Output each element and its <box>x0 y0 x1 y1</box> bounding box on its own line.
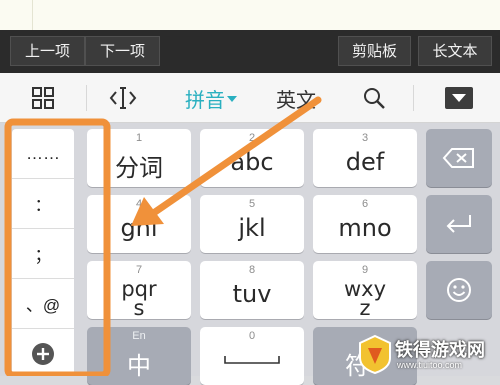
keyboard-toolbar: 拼音 英文 <box>0 73 500 123</box>
next-field-button[interactable]: 下一项 <box>85 36 160 66</box>
symbol-more-button[interactable] <box>12 329 74 379</box>
key-number: 0 <box>248 330 256 342</box>
key-number: 3 <box>361 132 369 144</box>
search-icon <box>364 88 385 109</box>
hide-keyboard-button[interactable] <box>426 73 492 123</box>
key-label: def <box>345 148 385 176</box>
key-label: abc <box>230 148 274 176</box>
watermark-name: 铁得游戏网 <box>395 340 485 361</box>
key-label: ghi <box>120 214 158 242</box>
key-number: 1 <box>135 132 143 144</box>
key-label: jkl <box>238 214 266 242</box>
enter-key[interactable] <box>426 195 492 253</box>
app-text-area <box>0 0 500 30</box>
pinyin-mode-tab[interactable]: 拼音 <box>176 73 246 123</box>
search-button[interactable] <box>352 73 396 123</box>
key-label: 分词 <box>115 154 163 182</box>
key-4-ghi[interactable]: 4 ghi <box>87 195 191 253</box>
grid-icon <box>32 87 54 109</box>
key-label: pqrs <box>121 277 157 320</box>
previous-field-button[interactable]: 上一项 <box>10 36 85 66</box>
space-key[interactable]: 0 <box>200 327 304 385</box>
key-label: tuv <box>232 280 272 308</box>
watermark: 铁得游戏网 www.tiuitoo.com <box>355 332 500 376</box>
symbol-key-ellipsis[interactable]: …… <box>12 129 74 179</box>
symbol-key-semicolon[interactable]: ； <box>12 229 74 279</box>
symbol-column: …… ： ； 、@ <box>12 129 74 376</box>
key-6-mno[interactable]: 6 mno <box>313 195 417 253</box>
key-number: 9 <box>361 264 369 276</box>
key-7-pqrs[interactable]: 7 pqrs <box>87 261 191 319</box>
long-text-button[interactable]: 长文本 <box>418 36 492 66</box>
emoji-key[interactable] <box>426 261 492 319</box>
key-1-fenci[interactable]: 1 分词 <box>87 129 191 187</box>
key-number: 6 <box>361 198 369 210</box>
key-number: 7 <box>135 264 143 276</box>
watermark-url: www.tiuitoo.com <box>397 360 463 370</box>
toolbar-divider <box>86 85 87 111</box>
english-mode-label: 英文 <box>276 87 316 112</box>
key-5-jkl[interactable]: 5 jkl <box>200 195 304 253</box>
language-switch-sub-label: En <box>132 330 146 342</box>
symbol-key-colon[interactable]: ： <box>12 179 74 229</box>
pinyin-mode-label: 拼音 <box>185 87 225 112</box>
hide-keyboard-icon <box>445 87 473 109</box>
symbol-key-at[interactable]: 、@ <box>12 279 74 329</box>
cursor-move-icon <box>109 87 137 109</box>
key-label: mno <box>338 214 392 242</box>
plus-circle-icon <box>32 343 54 365</box>
key-label: wxyz <box>343 277 387 320</box>
emoji-icon <box>447 278 471 302</box>
clipboard-button[interactable]: 剪贴板 <box>338 36 411 66</box>
english-mode-tab[interactable]: 英文 <box>266 73 326 123</box>
key-number: 4 <box>135 198 143 210</box>
cursor-move-button[interactable] <box>100 73 146 123</box>
dropdown-caret-icon <box>227 96 237 102</box>
space-bar-icon <box>224 356 280 364</box>
text-cursor-line <box>32 0 33 30</box>
delete-key[interactable] <box>426 129 492 187</box>
menu-grid-button[interactable] <box>10 73 76 123</box>
backspace-icon <box>442 148 474 168</box>
key-8-tuv[interactable]: 8 tuv <box>200 261 304 319</box>
key-number: 5 <box>248 198 256 210</box>
key-number: 2 <box>248 132 256 144</box>
enter-icon <box>446 215 471 233</box>
toolbar-divider <box>413 85 414 111</box>
language-switch-key[interactable]: En 中 <box>87 327 191 385</box>
key-9-wxyz[interactable]: 9 wxyz <box>313 261 417 319</box>
watermark-logo-icon <box>359 334 391 374</box>
key-2-abc[interactable]: 2 abc <box>200 129 304 187</box>
key-number: 8 <box>248 264 256 276</box>
key-3-def[interactable]: 3 def <box>313 129 417 187</box>
input-accessory-bar: 上一项 下一项 剪贴板 长文本 <box>0 30 500 73</box>
